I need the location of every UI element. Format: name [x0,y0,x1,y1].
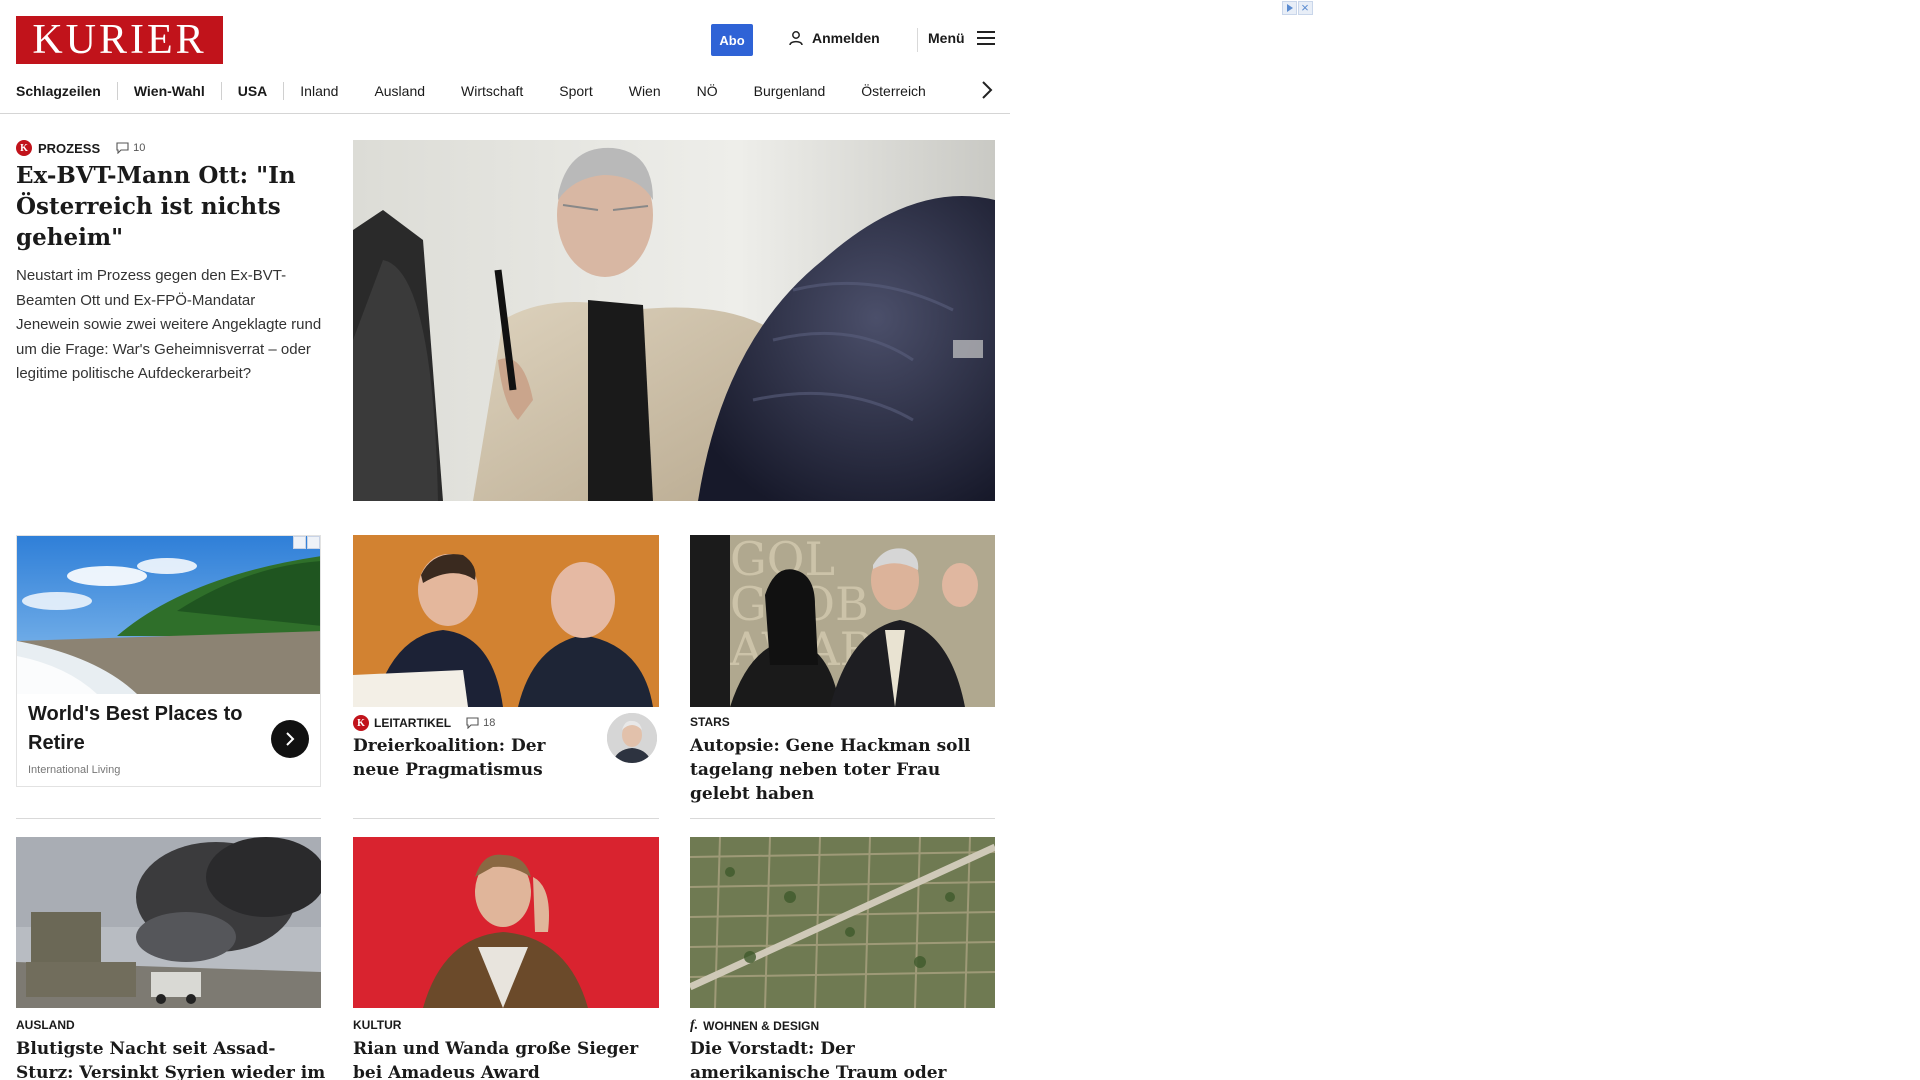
login-button[interactable]: Anmelden [788,30,880,46]
adchoices-icon[interactable] [293,536,306,549]
author-avatar[interactable] [607,713,657,763]
adchoices-icon[interactable] [1282,1,1297,15]
ad-source[interactable]: International Living [28,764,120,776]
nav-item-oesterreich[interactable]: Österreich [861,83,926,99]
kurier-plus-icon: K [16,140,32,156]
lead-headline[interactable]: Ex-BVT-Mann Ott: "In Österreich ist nich… [16,160,316,253]
nav-item-wirtschaft[interactable]: Wirtschaft [461,83,523,99]
comment-icon [116,142,129,154]
card-title-stars[interactable]: Autopsie: Gene Hackman soll tagelang neb… [690,734,995,806]
chevron-right-icon [286,732,295,746]
card-meta-wohnen: f. WOHNEN & DESIGN [690,1018,819,1034]
abo-button[interactable]: Abo [711,24,753,56]
hamburger-icon [976,31,995,45]
kurier-logo[interactable]: KURIER [16,16,223,64]
card-category[interactable]: KULTUR [353,1018,401,1032]
menu-label: Menü [928,30,965,46]
nav-divider [283,82,285,100]
row-divider [16,818,321,819]
card-title-leitartikel[interactable]: Dreierkoalition: Der neue Pragmatismus [353,734,593,782]
nav-divider [116,82,118,100]
lead-image[interactable] [353,140,995,501]
row-divider [353,818,659,819]
menu-button[interactable]: Menü [928,30,995,46]
adchoices-badge[interactable]: × [1282,0,1313,15]
card-meta-stars: STARS [690,715,730,729]
card-image-leitartikel[interactable] [353,535,659,707]
nav-divider [220,82,222,100]
card-comment-count: 18 [483,717,496,729]
nav-item-inland[interactable]: Inland [300,83,338,99]
header-divider [917,28,918,52]
card-title-wohnen[interactable]: Die Vorstadt: Der amerikanische Traum od… [690,1037,995,1080]
card-image-ausland[interactable] [16,837,321,1008]
ad-title[interactable]: World's Best Places to Retire [28,700,258,758]
close-ad-icon[interactable] [307,536,320,549]
card-title-kultur[interactable]: Rian und Wanda große Sieger bei Amadeus … [353,1037,659,1080]
lead-comments[interactable]: 10 [116,142,145,154]
card-category[interactable]: AUSLAND [16,1018,75,1032]
card-category[interactable]: WOHNEN & DESIGN [703,1019,819,1033]
lead-category[interactable]: PROZESS [38,141,100,156]
nav-item-usa[interactable]: USA [238,83,268,99]
nav-item-burgenland[interactable]: Burgenland [754,83,826,99]
card-image-stars[interactable]: GOL GLOB AWAR [690,535,995,707]
login-label: Anmelden [812,30,880,46]
card-image-wohnen[interactable] [690,837,995,1008]
section-nav: Schlagzeilen Wien-Wahl USA Inland Auslan… [16,79,1006,103]
ad-arrow-button[interactable] [271,720,309,758]
row-divider [690,818,995,819]
nav-item-schlagzeilen[interactable]: Schlagzeilen [16,83,101,99]
nav-item-wien[interactable]: Wien [629,83,661,99]
ad-card[interactable]: World's Best Places to Retire Internatio… [16,535,321,787]
lead-comment-count: 10 [133,142,146,154]
lead-meta: K PROZESS 10 [16,140,145,156]
card-title-ausland[interactable]: Blutigste Nacht seit Assad-Sturz: Versin… [16,1037,326,1080]
nav-item-ausland[interactable]: Ausland [374,83,425,99]
card-category[interactable]: LEITARTIKEL [374,716,451,730]
nav-item-noe[interactable]: NÖ [697,83,718,99]
kurier-plus-icon: K [353,715,369,731]
nav-item-wien-wahl[interactable]: Wien-Wahl [134,83,205,99]
comment-icon [466,717,479,729]
card-meta-kultur: KULTUR [353,1018,401,1032]
nav-scroll-right-icon[interactable] [980,80,994,100]
ad-image[interactable] [17,536,321,694]
f-logo-icon: f. [690,1018,699,1033]
card-category[interactable]: STARS [690,715,730,729]
card-image-kultur[interactable] [353,837,659,1008]
close-ad-icon[interactable]: × [1298,0,1313,15]
lead-teaser[interactable]: Neustart im Prozess gegen den Ex-BVT-Bea… [16,264,322,387]
nav-bottom-rule [0,113,1010,114]
user-icon [789,31,803,46]
card-comments[interactable]: 18 [466,717,495,729]
nav-item-sport[interactable]: Sport [559,83,592,99]
ad-card-adchoices[interactable] [293,536,320,549]
card-meta-leitartikel: K LEITARTIKEL 18 [353,715,495,731]
card-meta-ausland: AUSLAND [16,1018,75,1032]
